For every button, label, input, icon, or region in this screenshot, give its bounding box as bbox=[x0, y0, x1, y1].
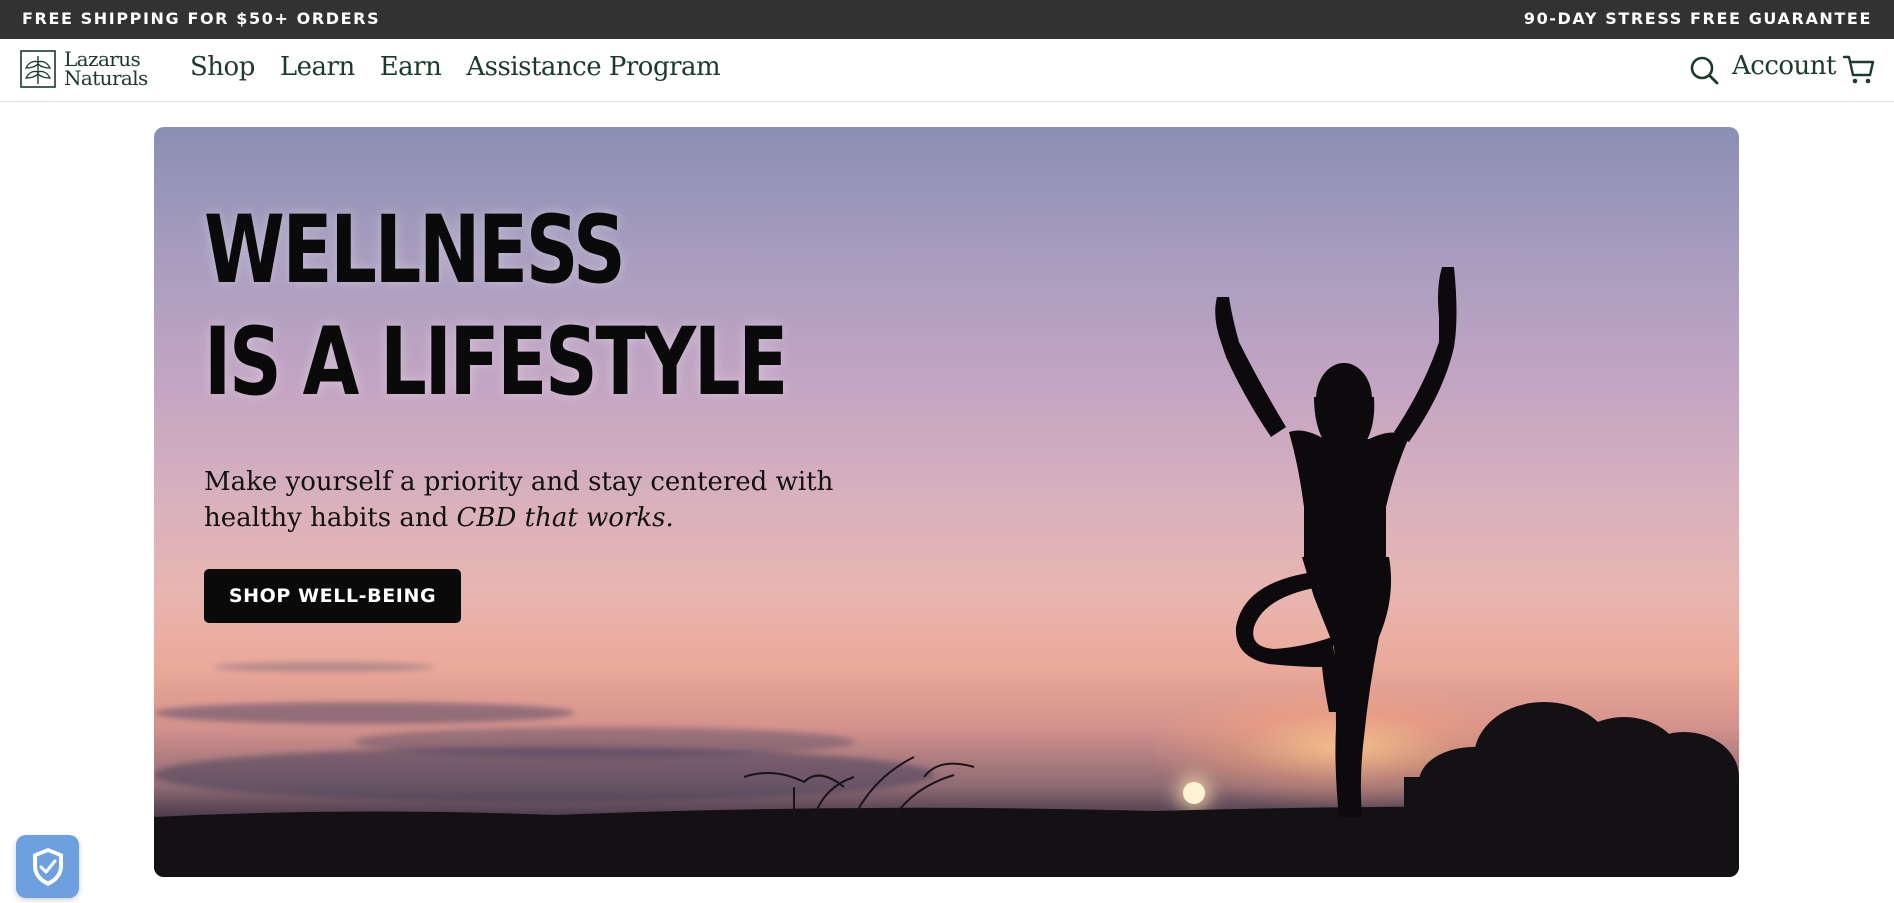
shield-check-icon bbox=[33, 848, 63, 886]
hero-title: WELLNESS IS A LIFESTYLE bbox=[204, 195, 788, 419]
leaf-logo-icon bbox=[20, 50, 56, 88]
hero-subtitle: Make yourself a priority and stay center… bbox=[204, 464, 884, 536]
nav-assistance-program[interactable]: Assistance Program bbox=[466, 52, 720, 82]
nav-shop[interactable]: Shop bbox=[190, 52, 255, 82]
shop-well-being-button[interactable]: SHOP WELL-BEING bbox=[204, 569, 461, 623]
site-header: Lazarus Naturals Shop Learn Earn Assista… bbox=[0, 39, 1894, 102]
guarantee-text: 90-DAY STRESS FREE GUARANTEE bbox=[1523, 9, 1872, 28]
hero-subtitle-emphasis: CBD that works. bbox=[456, 503, 674, 533]
hero-title-line-2: IS A LIFESTYLE bbox=[204, 308, 788, 417]
search-icon[interactable] bbox=[1688, 54, 1720, 86]
main-nav: Shop Learn Earn Assistance Program bbox=[190, 52, 721, 82]
cart-icon[interactable] bbox=[1842, 53, 1876, 87]
shield-badge-button[interactable] bbox=[16, 835, 79, 898]
nav-learn[interactable]: Learn bbox=[280, 52, 355, 82]
account-link[interactable]: Account bbox=[1732, 51, 1837, 81]
logo-wordmark: Lazarus Naturals bbox=[64, 49, 148, 90]
logo-line-2: Naturals bbox=[64, 66, 148, 90]
free-shipping-text: FREE SHIPPING FOR $50+ ORDERS bbox=[22, 9, 381, 28]
announcement-bar: FREE SHIPPING FOR $50+ ORDERS 90-DAY STR… bbox=[0, 0, 1894, 39]
hero-title-line-1: WELLNESS bbox=[204, 196, 626, 305]
hero-banner: WELLNESS IS A LIFESTYLE Make yourself a … bbox=[154, 127, 1739, 877]
brand-logo[interactable]: Lazarus Naturals bbox=[20, 49, 150, 92]
nav-earn[interactable]: Earn bbox=[380, 52, 442, 82]
